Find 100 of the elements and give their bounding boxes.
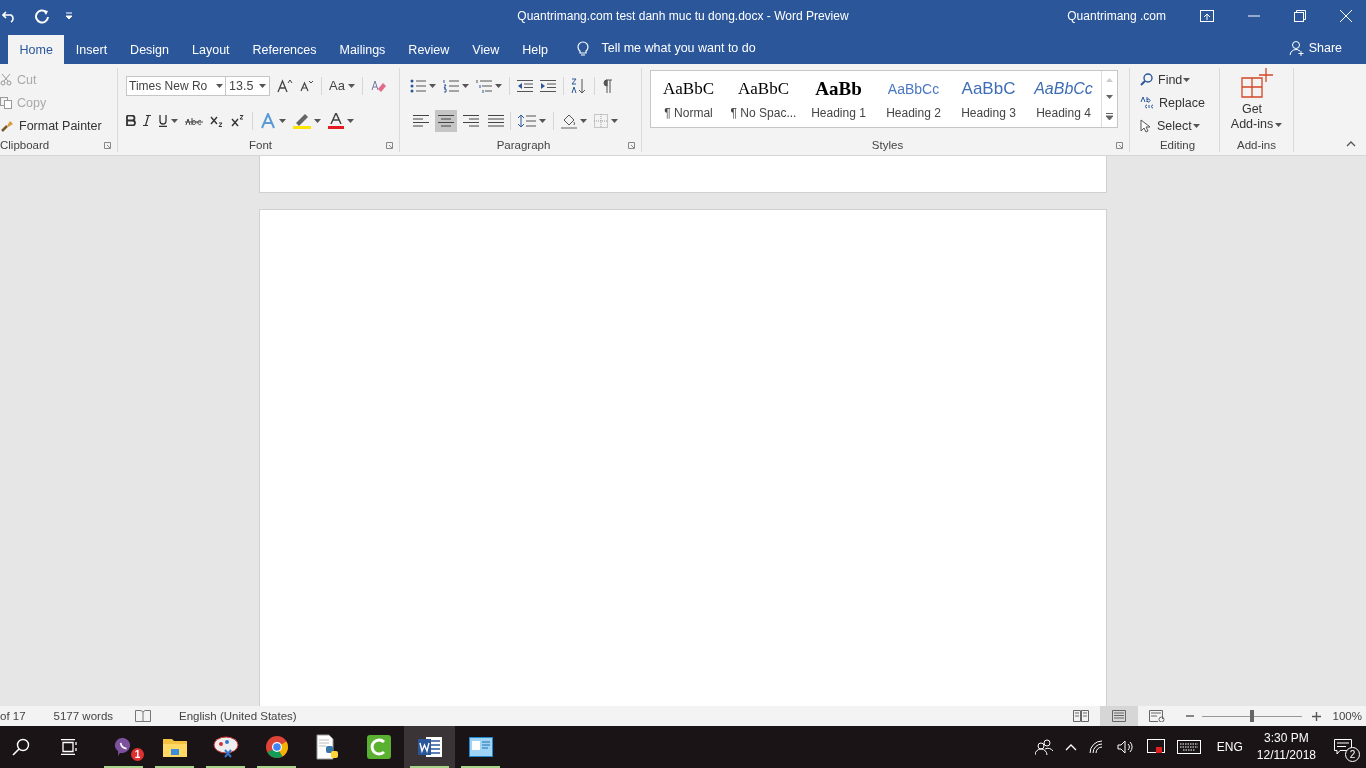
multilevel-list-icon[interactable] <box>476 78 492 93</box>
scroll-down-icon[interactable] <box>1106 95 1113 100</box>
caret-icon[interactable] <box>429 83 436 88</box>
eraser-icon[interactable] <box>369 78 386 93</box>
view-button[interactable] <box>1099 706 1138 726</box>
align-button[interactable] <box>435 109 457 132</box>
caret-icon[interactable] <box>1183 77 1191 82</box>
style-preset[interactable]: AaBbC ¶ No Spac... <box>726 71 801 127</box>
bold-icon[interactable] <box>126 115 136 126</box>
word-document-icon[interactable] <box>417 736 442 758</box>
language-indicator[interactable]: English (United States) <box>179 710 297 722</box>
ribbon-tab[interactable]: Help <box>510 35 560 64</box>
editing-button[interactable]: Find <box>1158 72 1183 87</box>
ribbon-tab[interactable]: Design <box>118 35 181 64</box>
zoom-level[interactable]: 100% <box>1332 710 1362 722</box>
shrink-font-icon[interactable] <box>300 79 314 92</box>
pilcrow-icon[interactable] <box>602 78 612 93</box>
caret-icon[interactable] <box>347 83 355 88</box>
dialog-launcher-icon[interactable] <box>628 142 635 149</box>
caret-icon[interactable] <box>495 83 502 88</box>
zoom-slider[interactable] <box>1201 710 1302 722</box>
bullets-icon[interactable] <box>410 78 426 93</box>
ribbon-tab[interactable]: Home <box>8 35 65 64</box>
style-preset[interactable]: AaBbC ¶ Normal <box>651 71 726 127</box>
input-language[interactable]: ENG <box>1216 740 1243 754</box>
zoom-in-icon[interactable] <box>1311 711 1321 721</box>
ribbon-tab[interactable]: Review <box>396 35 461 64</box>
action-center-icon[interactable] <box>1334 739 1352 755</box>
proofing-icon[interactable] <box>135 710 152 722</box>
dialog-launcher-icon[interactable] <box>1116 142 1123 149</box>
caret-icon[interactable] <box>580 118 587 123</box>
word-count[interactable]: 5177 words <box>53 710 114 722</box>
people-icon[interactable] <box>1034 739 1053 755</box>
sort-icon[interactable] <box>571 77 587 94</box>
ribbon-tab[interactable]: View <box>460 35 511 64</box>
speaker-icon[interactable] <box>1116 740 1135 754</box>
editing-button[interactable]: Select <box>1157 119 1192 134</box>
page-count[interactable]: of 17 <box>0 710 26 722</box>
decrease-indent-icon[interactable] <box>517 79 533 92</box>
ribbon-tab[interactable]: Layout <box>180 35 242 64</box>
editing-button[interactable]: Replace <box>1159 96 1205 110</box>
keyboard-icon[interactable] <box>1176 740 1201 754</box>
browser-logo-icon[interactable] <box>264 735 289 759</box>
line-spacing-icon[interactable] <box>518 113 536 128</box>
superscript-icon[interactable] <box>231 114 245 127</box>
share-button[interactable]: Share <box>1308 41 1342 55</box>
caret-icon[interactable] <box>611 118 618 123</box>
restore-icon[interactable] <box>1294 10 1306 22</box>
underline-icon[interactable] <box>158 114 168 127</box>
increase-indent-icon[interactable] <box>540 79 556 92</box>
close-icon[interactable] <box>1340 10 1352 22</box>
ribbon-tab[interactable]: References <box>241 35 328 64</box>
tell-me-field[interactable]: Tell me what you want to do <box>601 41 756 55</box>
get-add-ins-button[interactable]: Get Add-ins <box>1230 102 1274 132</box>
font-name-field[interactable]: Times New Ro <box>126 75 226 96</box>
redo-icon[interactable] <box>34 8 50 24</box>
caret-icon[interactable] <box>314 118 321 123</box>
user-name[interactable]: Quantrimang .com <box>1067 9 1166 23</box>
change-case-button[interactable]: Aa <box>329 78 345 93</box>
palette-icon[interactable] <box>212 736 239 758</box>
caret-icon[interactable] <box>1192 124 1200 129</box>
dialog-launcher-icon[interactable] <box>104 142 111 149</box>
caret-icon[interactable] <box>259 83 266 88</box>
more-styles-icon[interactable] <box>1106 113 1113 121</box>
caret-icon[interactable] <box>216 83 223 88</box>
wifi-icon[interactable] <box>1088 740 1105 754</box>
numbering-icon[interactable] <box>443 78 459 93</box>
dialog-launcher-icon[interactable] <box>386 142 393 149</box>
style-preset[interactable]: AaBb Heading 1 <box>801 71 876 127</box>
search-icon[interactable] <box>12 738 30 756</box>
clipboard-button[interactable]: Format Painter <box>19 119 102 134</box>
caret-icon[interactable] <box>462 83 469 88</box>
ribbon-tab[interactable]: Mailings <box>328 35 397 64</box>
caret-icon[interactable] <box>347 118 354 123</box>
ribbon-display-icon[interactable] <box>1200 10 1214 22</box>
document-snake-icon[interactable] <box>315 734 340 760</box>
chevron-up-icon[interactable] <box>1064 743 1077 751</box>
screen-recorder-icon[interactable] <box>1146 739 1165 755</box>
style-preset[interactable]: AaBbCc Heading 2 <box>876 71 951 127</box>
customize-caret-icon[interactable] <box>64 11 74 21</box>
subscript-icon[interactable] <box>210 114 224 127</box>
style-preset[interactable]: AaBbC Heading 3 <box>951 71 1026 127</box>
italic-icon[interactable] <box>143 115 151 126</box>
collapse-ribbon-icon[interactable] <box>1346 141 1356 147</box>
task-view-icon[interactable] <box>61 739 79 755</box>
window-icon[interactable] <box>468 737 493 757</box>
clock[interactable]: 3:30 PM 12/11/2018 <box>1256 730 1316 764</box>
strikethrough-icon[interactable] <box>185 115 203 126</box>
letter-c-logo-icon[interactable] <box>366 735 391 759</box>
font-color-icon[interactable] <box>328 112 344 129</box>
folder-icon[interactable] <box>162 737 187 757</box>
caret-icon[interactable] <box>279 118 286 123</box>
ribbon-tab[interactable]: Insert <box>64 35 119 64</box>
grow-font-icon[interactable] <box>277 78 293 93</box>
caret-icon[interactable] <box>1275 123 1283 127</box>
paint-bucket-icon[interactable] <box>561 112 577 129</box>
caret-icon[interactable] <box>171 118 178 123</box>
caret-icon[interactable] <box>539 118 546 123</box>
highlighter-icon[interactable] <box>293 112 311 129</box>
font-size-field[interactable]: 13.5 <box>225 75 270 96</box>
